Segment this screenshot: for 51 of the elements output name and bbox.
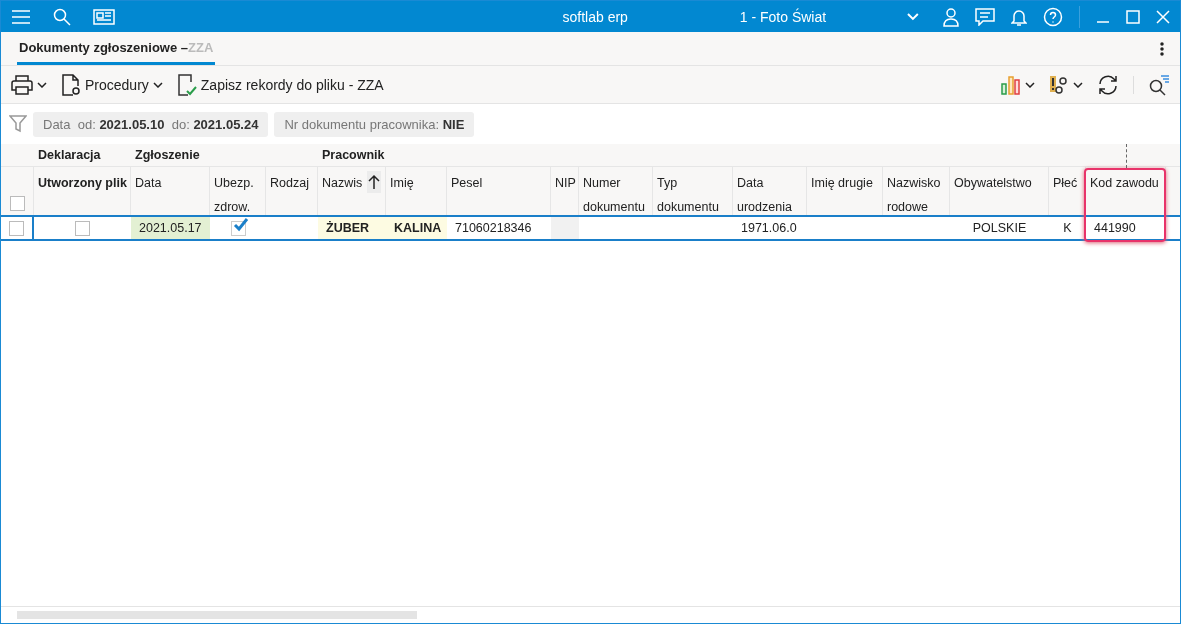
maximize-icon[interactable] (1126, 9, 1140, 24)
table-cell: 2021.05.17 (131, 215, 210, 241)
newspaper-icon[interactable] (93, 7, 115, 26)
caret-icon[interactable] (1025, 81, 1035, 88)
group-header: Pracownik (322, 148, 385, 162)
alert-settings-button[interactable] (1049, 73, 1083, 96)
table-cell (883, 215, 950, 241)
caret-icon[interactable] (1073, 81, 1083, 88)
group-header: Deklaracja (38, 148, 101, 162)
bell-icon[interactable] (1011, 7, 1027, 26)
procedures-button[interactable]: Procedury (61, 73, 163, 96)
table-cell: K (1049, 215, 1086, 241)
chart-button[interactable] (1001, 74, 1035, 95)
chat-icon[interactable] (975, 7, 995, 26)
printer-icon[interactable] (11, 74, 33, 95)
checkbox[interactable] (75, 220, 90, 236)
scrollbar[interactable] (17, 611, 417, 619)
column-header[interactable]: Imię (390, 171, 414, 195)
group-header: Zgłoszenie (135, 148, 200, 162)
row-checkbox[interactable] (9, 220, 24, 236)
bar-chart-icon (1001, 74, 1021, 95)
search-list-icon[interactable] (1148, 73, 1170, 96)
select-all-checkbox[interactable] (9, 196, 25, 211)
app-title: softlab erp (562, 8, 629, 25)
table-cell: ŻUBER (318, 215, 386, 241)
document-check-icon (176, 73, 197, 96)
checkbox[interactable] (230, 220, 246, 236)
menu-icon[interactable] (11, 8, 31, 25)
caret-icon[interactable] (152, 81, 163, 88)
table-cell: 441990 (1086, 215, 1166, 241)
filter-chip[interactable]: Data od: 2021.05.10 do: 2021.05.24 (33, 111, 269, 137)
close-icon[interactable] (1156, 9, 1170, 24)
filter-chip[interactable]: Nr dokumentu pracownika: NIE (274, 111, 475, 137)
sort-button[interactable] (367, 171, 381, 193)
caret-icon[interactable] (37, 81, 47, 88)
table-cell: POLSKIE (950, 215, 1049, 241)
company-name[interactable]: 1 - Foto Świat (739, 8, 908, 25)
filter-icon[interactable] (9, 115, 27, 133)
print-button[interactable] (11, 74, 47, 95)
table-cell: 1971.06.0 (733, 215, 807, 241)
table-cell: KALINA (386, 215, 447, 241)
sort-arrow-icon (367, 174, 381, 190)
search-icon[interactable] (53, 7, 71, 26)
column-header[interactable]: Pesel (451, 171, 483, 195)
help-icon[interactable] (1043, 6, 1063, 27)
save-file-button[interactable]: Zapisz rekordy do pliku - ZZA (176, 73, 384, 96)
refresh-icon[interactable] (1097, 73, 1119, 96)
chevron-down-icon[interactable] (907, 12, 919, 21)
more-icon[interactable] (1160, 41, 1164, 56)
column-header[interactable]: Data (135, 171, 162, 195)
user-icon[interactable] (943, 6, 959, 27)
